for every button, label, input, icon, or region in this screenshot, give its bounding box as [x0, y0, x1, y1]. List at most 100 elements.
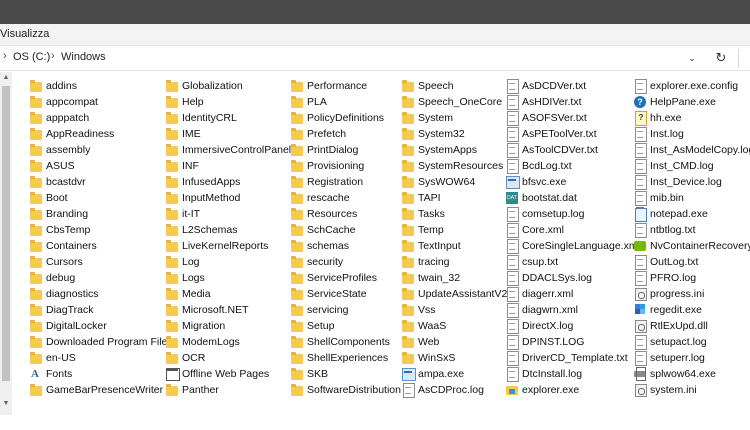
- list-item[interactable]: AsCDProc.log: [402, 382, 484, 398]
- list-item[interactable]: ampa.exe: [402, 366, 464, 382]
- list-item[interactable]: PLA: [291, 94, 327, 110]
- list-item[interactable]: progress.ini: [634, 286, 704, 302]
- list-item[interactable]: ServiceState: [291, 286, 367, 302]
- list-item[interactable]: L2Schemas: [166, 222, 237, 238]
- list-item[interactable]: Tasks: [402, 206, 445, 222]
- list-item[interactable]: setuperr.log: [634, 350, 705, 366]
- list-item[interactable]: Cursors: [30, 254, 83, 270]
- list-item[interactable]: DiagTrack: [30, 302, 93, 318]
- list-item[interactable]: diagwrn.xml: [506, 302, 578, 318]
- list-item[interactable]: OCR: [166, 350, 205, 366]
- list-item[interactable]: ASOFSVer.txt: [506, 110, 587, 126]
- list-item[interactable]: ImmersiveControlPanel: [166, 142, 291, 158]
- list-item[interactable]: Web: [402, 334, 439, 350]
- list-item[interactable]: AsPEToolVer.txt: [506, 126, 597, 142]
- list-item[interactable]: regedit.exe: [634, 302, 702, 318]
- list-item[interactable]: it-IT: [166, 206, 200, 222]
- list-item[interactable]: ModemLogs: [166, 334, 240, 350]
- list-item[interactable]: diagerr.xml: [506, 286, 573, 302]
- list-item[interactable]: INF: [166, 158, 199, 174]
- list-item[interactable]: Prefetch: [291, 126, 346, 142]
- list-item[interactable]: splwow64.exe: [634, 366, 716, 382]
- list-item[interactable]: Fonts: [30, 366, 72, 382]
- breadcrumb-separator-icon[interactable]: ›: [51, 50, 55, 62]
- breadcrumb-drive[interactable]: OS (C:): [13, 51, 50, 63]
- breadcrumb-chevron-icon[interactable]: ›: [3, 50, 7, 62]
- address-bar[interactable]: › OS (C:) › Windows ⌄ ↻: [0, 46, 750, 71]
- search-input[interactable]: [738, 49, 750, 68]
- list-item[interactable]: DDACLSys.log: [506, 270, 592, 286]
- list-item[interactable]: ntbtlog.txt: [634, 222, 696, 238]
- list-item[interactable]: system.ini: [634, 382, 697, 398]
- list-item[interactable]: Branding: [30, 206, 88, 222]
- list-item[interactable]: LiveKernelReports: [166, 238, 268, 254]
- scroll-up-icon[interactable]: ▲: [0, 72, 12, 84]
- list-item[interactable]: NvContainerRecovery.bat: [634, 238, 750, 254]
- list-item[interactable]: Inst_AsModelCopy.log: [634, 142, 750, 158]
- list-item[interactable]: CbsTemp: [30, 222, 90, 238]
- list-item[interactable]: SoftwareDistribution: [291, 382, 401, 398]
- list-item[interactable]: Inst_CMD.log: [634, 158, 714, 174]
- list-item[interactable]: Speech: [402, 78, 454, 94]
- list-item[interactable]: PolicyDefinitions: [291, 110, 384, 126]
- list-item[interactable]: WaaS: [402, 318, 446, 334]
- list-item[interactable]: SystemApps: [402, 142, 477, 158]
- list-item[interactable]: Speech_OneCore: [402, 94, 502, 110]
- list-item[interactable]: SysWOW64: [402, 174, 475, 190]
- list-item[interactable]: SystemResources: [402, 158, 503, 174]
- list-item[interactable]: Boot: [30, 190, 68, 206]
- list-item[interactable]: setupact.log: [634, 334, 707, 350]
- list-item[interactable]: PFRO.log: [634, 270, 696, 286]
- list-item[interactable]: SKB: [291, 366, 328, 382]
- list-item[interactable]: rescache: [291, 190, 350, 206]
- list-item[interactable]: Offline Web Pages: [166, 366, 269, 382]
- list-item[interactable]: addins: [30, 78, 77, 94]
- list-item[interactable]: mib.bin: [634, 190, 684, 206]
- list-item[interactable]: Containers: [30, 238, 97, 254]
- list-item[interactable]: Registration: [291, 174, 363, 190]
- list-item[interactable]: bcastdvr: [30, 174, 86, 190]
- list-item[interactable]: appcompat: [30, 94, 98, 110]
- list-item[interactable]: Resources: [291, 206, 357, 222]
- menu-view[interactable]: Visualizza: [0, 28, 49, 40]
- breadcrumb-folder[interactable]: Windows: [61, 51, 106, 63]
- list-item[interactable]: System: [402, 110, 453, 126]
- list-item[interactable]: diagnostics: [30, 286, 99, 302]
- list-item[interactable]: Temp: [402, 222, 444, 238]
- list-item[interactable]: Performance: [291, 78, 367, 94]
- list-item[interactable]: ShellExperiences: [291, 350, 388, 366]
- scroll-thumb[interactable]: [2, 86, 10, 381]
- list-item[interactable]: Log: [166, 254, 200, 270]
- list-item[interactable]: debug: [30, 270, 75, 286]
- list-item[interactable]: apppatch: [30, 110, 89, 126]
- list-item[interactable]: PrintDialog: [291, 142, 358, 158]
- list-item[interactable]: Panther: [166, 382, 219, 398]
- list-item[interactable]: notepad.exe: [634, 206, 708, 222]
- list-item[interactable]: System32: [402, 126, 465, 142]
- list-item[interactable]: OutLog.txt: [634, 254, 698, 270]
- list-item[interactable]: ASUS: [30, 158, 75, 174]
- list-item[interactable]: tracing: [402, 254, 450, 270]
- list-item[interactable]: Logs: [166, 270, 205, 286]
- list-item[interactable]: bfsvc.exe: [506, 174, 566, 190]
- list-item[interactable]: explorer.exe.config: [634, 78, 738, 94]
- list-item[interactable]: CoreSingleLanguage.xml: [506, 238, 640, 254]
- refresh-icon[interactable]: ↻: [712, 48, 730, 68]
- list-item[interactable]: Microsoft.NET: [166, 302, 249, 318]
- list-item[interactable]: Downloaded Program Files: [30, 334, 173, 350]
- list-item[interactable]: assembly: [30, 142, 90, 158]
- list-item[interactable]: DriverCD_Template.txt: [506, 350, 628, 366]
- address-dropdown-icon[interactable]: ⌄: [686, 50, 698, 66]
- list-item[interactable]: InputMethod: [166, 190, 240, 206]
- list-item[interactable]: servicing: [291, 302, 348, 318]
- list-item[interactable]: AsHDIVer.txt: [506, 94, 582, 110]
- list-item[interactable]: en-US: [30, 350, 76, 366]
- list-item[interactable]: DirectX.log: [506, 318, 573, 334]
- list-item[interactable]: ServiceProfiles: [291, 270, 377, 286]
- list-item[interactable]: AsDCDVer.txt: [506, 78, 586, 94]
- list-item[interactable]: Inst_Device.log: [634, 174, 722, 190]
- list-item[interactable]: RtlExUpd.dll: [634, 318, 708, 334]
- list-item[interactable]: IME: [166, 126, 201, 142]
- list-item[interactable]: Core.xml: [506, 222, 564, 238]
- list-item[interactable]: security: [291, 254, 343, 270]
